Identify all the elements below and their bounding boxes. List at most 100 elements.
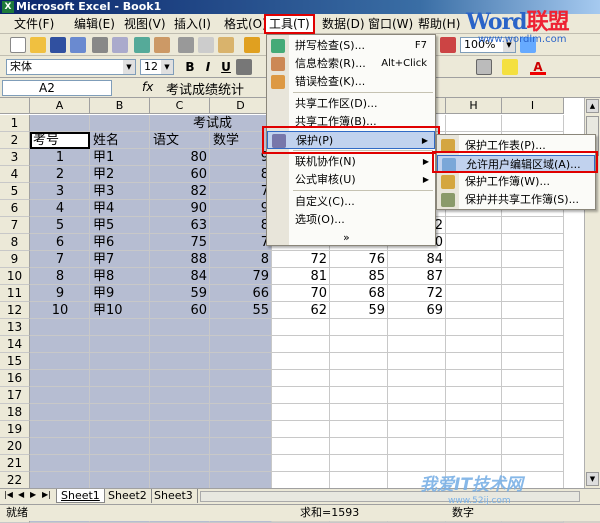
- chart-wizard-icon[interactable]: [440, 37, 456, 53]
- sheet-tab-2[interactable]: Sheet2: [104, 489, 152, 503]
- sheet-tab-3[interactable]: Sheet3: [150, 489, 198, 503]
- cell[interactable]: [210, 353, 272, 370]
- row-header[interactable]: 18: [0, 404, 30, 421]
- cell[interactable]: [446, 268, 502, 285]
- cell[interactable]: [446, 353, 502, 370]
- cell[interactable]: [446, 387, 502, 404]
- data-cell[interactable]: 85: [330, 268, 388, 285]
- cell[interactable]: [502, 115, 564, 132]
- row-header[interactable]: 17: [0, 387, 30, 404]
- cell[interactable]: [502, 438, 564, 455]
- cell[interactable]: [330, 404, 388, 421]
- cell[interactable]: [30, 319, 90, 336]
- data-cell[interactable]: 7: [210, 183, 272, 200]
- cell[interactable]: [502, 319, 564, 336]
- data-cell[interactable]: 66: [210, 285, 272, 302]
- cell[interactable]: [210, 336, 272, 353]
- data-cell[interactable]: 68: [330, 285, 388, 302]
- paste-icon[interactable]: [218, 37, 234, 53]
- open-icon[interactable]: [30, 37, 46, 53]
- cell[interactable]: [502, 268, 564, 285]
- next-sheet-icon[interactable]: ▶: [30, 490, 36, 499]
- format-painter-icon[interactable]: [244, 37, 260, 53]
- prev-sheet-icon[interactable]: ◀: [18, 490, 24, 499]
- menu-file[interactable]: 文件(F): [14, 16, 54, 32]
- row-header[interactable]: 9: [0, 251, 30, 268]
- data-cell[interactable]: 1: [30, 149, 90, 166]
- borders-icon[interactable]: [476, 59, 492, 75]
- data-cell[interactable]: 72: [272, 251, 330, 268]
- cell[interactable]: [210, 438, 272, 455]
- data-cell[interactable]: 8: [210, 166, 272, 183]
- data-cell[interactable]: 甲9: [90, 285, 150, 302]
- data-cell[interactable]: 60: [150, 166, 210, 183]
- row-header[interactable]: 19: [0, 421, 30, 438]
- cell[interactable]: [30, 370, 90, 387]
- cell[interactable]: [272, 353, 330, 370]
- row-header[interactable]: 5: [0, 183, 30, 200]
- data-cell[interactable]: 82: [150, 183, 210, 200]
- row-header[interactable]: 20: [0, 438, 30, 455]
- cell[interactable]: [502, 285, 564, 302]
- data-cell[interactable]: 7: [210, 234, 272, 251]
- cell[interactable]: [388, 319, 446, 336]
- row-header[interactable]: 4: [0, 166, 30, 183]
- row-header[interactable]: 13: [0, 319, 30, 336]
- cell[interactable]: [446, 421, 502, 438]
- data-cell[interactable]: 60: [150, 302, 210, 319]
- cell[interactable]: [330, 353, 388, 370]
- row-header[interactable]: 14: [0, 336, 30, 353]
- col-header-h[interactable]: H: [446, 98, 502, 114]
- name-box[interactable]: A2: [2, 80, 112, 96]
- last-sheet-icon[interactable]: ▶|: [42, 490, 51, 499]
- cell[interactable]: [502, 234, 564, 251]
- menu-item-formula-audit[interactable]: 公式审核(U) ▶: [267, 171, 435, 189]
- cell[interactable]: [446, 251, 502, 268]
- fx-icon[interactable]: fx: [142, 80, 153, 94]
- data-cell[interactable]: 甲7: [90, 251, 150, 268]
- cell[interactable]: [90, 438, 150, 455]
- cell[interactable]: [30, 336, 90, 353]
- cell[interactable]: [150, 336, 210, 353]
- cell[interactable]: [210, 472, 272, 489]
- cell[interactable]: [30, 455, 90, 472]
- cell[interactable]: [90, 472, 150, 489]
- cut-icon[interactable]: [178, 37, 194, 53]
- data-cell[interactable]: 79: [210, 268, 272, 285]
- cell[interactable]: [30, 387, 90, 404]
- menu-format[interactable]: 格式(O): [224, 16, 267, 32]
- cell[interactable]: [272, 404, 330, 421]
- align-left-icon[interactable]: [236, 59, 252, 75]
- cell[interactable]: [210, 421, 272, 438]
- data-cell[interactable]: 2: [30, 166, 90, 183]
- row-header[interactable]: 12: [0, 302, 30, 319]
- data-cell[interactable]: 63: [150, 217, 210, 234]
- menu-item-spelling[interactable]: 拼写检查(S)... F7: [267, 37, 435, 55]
- data-cell[interactable]: 55: [210, 302, 272, 319]
- data-cell[interactable]: 甲6: [90, 234, 150, 251]
- row-header[interactable]: 22: [0, 472, 30, 489]
- data-cell[interactable]: 84: [388, 251, 446, 268]
- cell[interactable]: [330, 438, 388, 455]
- cell[interactable]: [330, 370, 388, 387]
- save-icon[interactable]: [50, 37, 66, 53]
- cell[interactable]: [272, 319, 330, 336]
- excel-icon[interactable]: X: [2, 1, 14, 13]
- data-cell[interactable]: 76: [330, 251, 388, 268]
- col-header-d[interactable]: D: [210, 98, 272, 114]
- data-cell[interactable]: 8: [210, 251, 272, 268]
- data-cell[interactable]: 87: [388, 268, 446, 285]
- row-header[interactable]: 8: [0, 234, 30, 251]
- cell[interactable]: [502, 353, 564, 370]
- cell[interactable]: [446, 319, 502, 336]
- cell[interactable]: [272, 336, 330, 353]
- cell[interactable]: [330, 336, 388, 353]
- row-header[interactable]: 21: [0, 455, 30, 472]
- data-cell[interactable]: 3: [30, 183, 90, 200]
- select-all-corner[interactable]: [0, 98, 30, 114]
- cell[interactable]: [502, 336, 564, 353]
- cell[interactable]: [272, 455, 330, 472]
- cell[interactable]: [210, 370, 272, 387]
- cell[interactable]: [90, 353, 150, 370]
- data-cell[interactable]: 9: [210, 200, 272, 217]
